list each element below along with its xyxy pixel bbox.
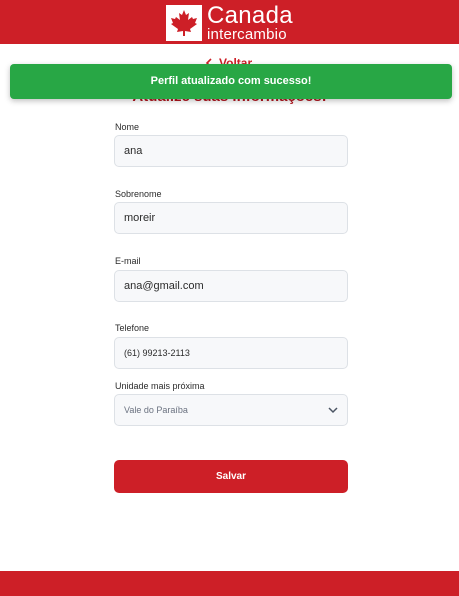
telefone-input[interactable] (114, 337, 348, 369)
brand-subtitle: intercambio (207, 26, 287, 43)
sobrenome-input[interactable] (114, 202, 348, 234)
maple-leaf-icon (166, 5, 202, 41)
email-input[interactable] (114, 270, 348, 302)
unidade-select[interactable]: Vale do Paraíba (114, 394, 348, 426)
brand-name: Canada (207, 2, 293, 29)
telefone-label: Telefone (115, 323, 150, 333)
unidade-label: Unidade mais próxima (115, 381, 205, 391)
unidade-select-value: Vale do Paraíba (124, 405, 188, 415)
nome-label: Nome (115, 122, 140, 132)
email-label: E-mail (115, 256, 141, 266)
footer-bar (0, 571, 459, 596)
chevron-down-icon (328, 406, 338, 413)
brand-logo[interactable]: Canada intercambio (166, 2, 293, 43)
sobrenome-label: Sobrenome (115, 189, 162, 199)
success-toast[interactable]: Perfil atualizado com sucesso! (10, 64, 452, 99)
nome-input[interactable] (114, 135, 348, 167)
save-button[interactable]: Salvar (114, 460, 348, 493)
top-header-bar: Canada intercambio (0, 0, 459, 44)
